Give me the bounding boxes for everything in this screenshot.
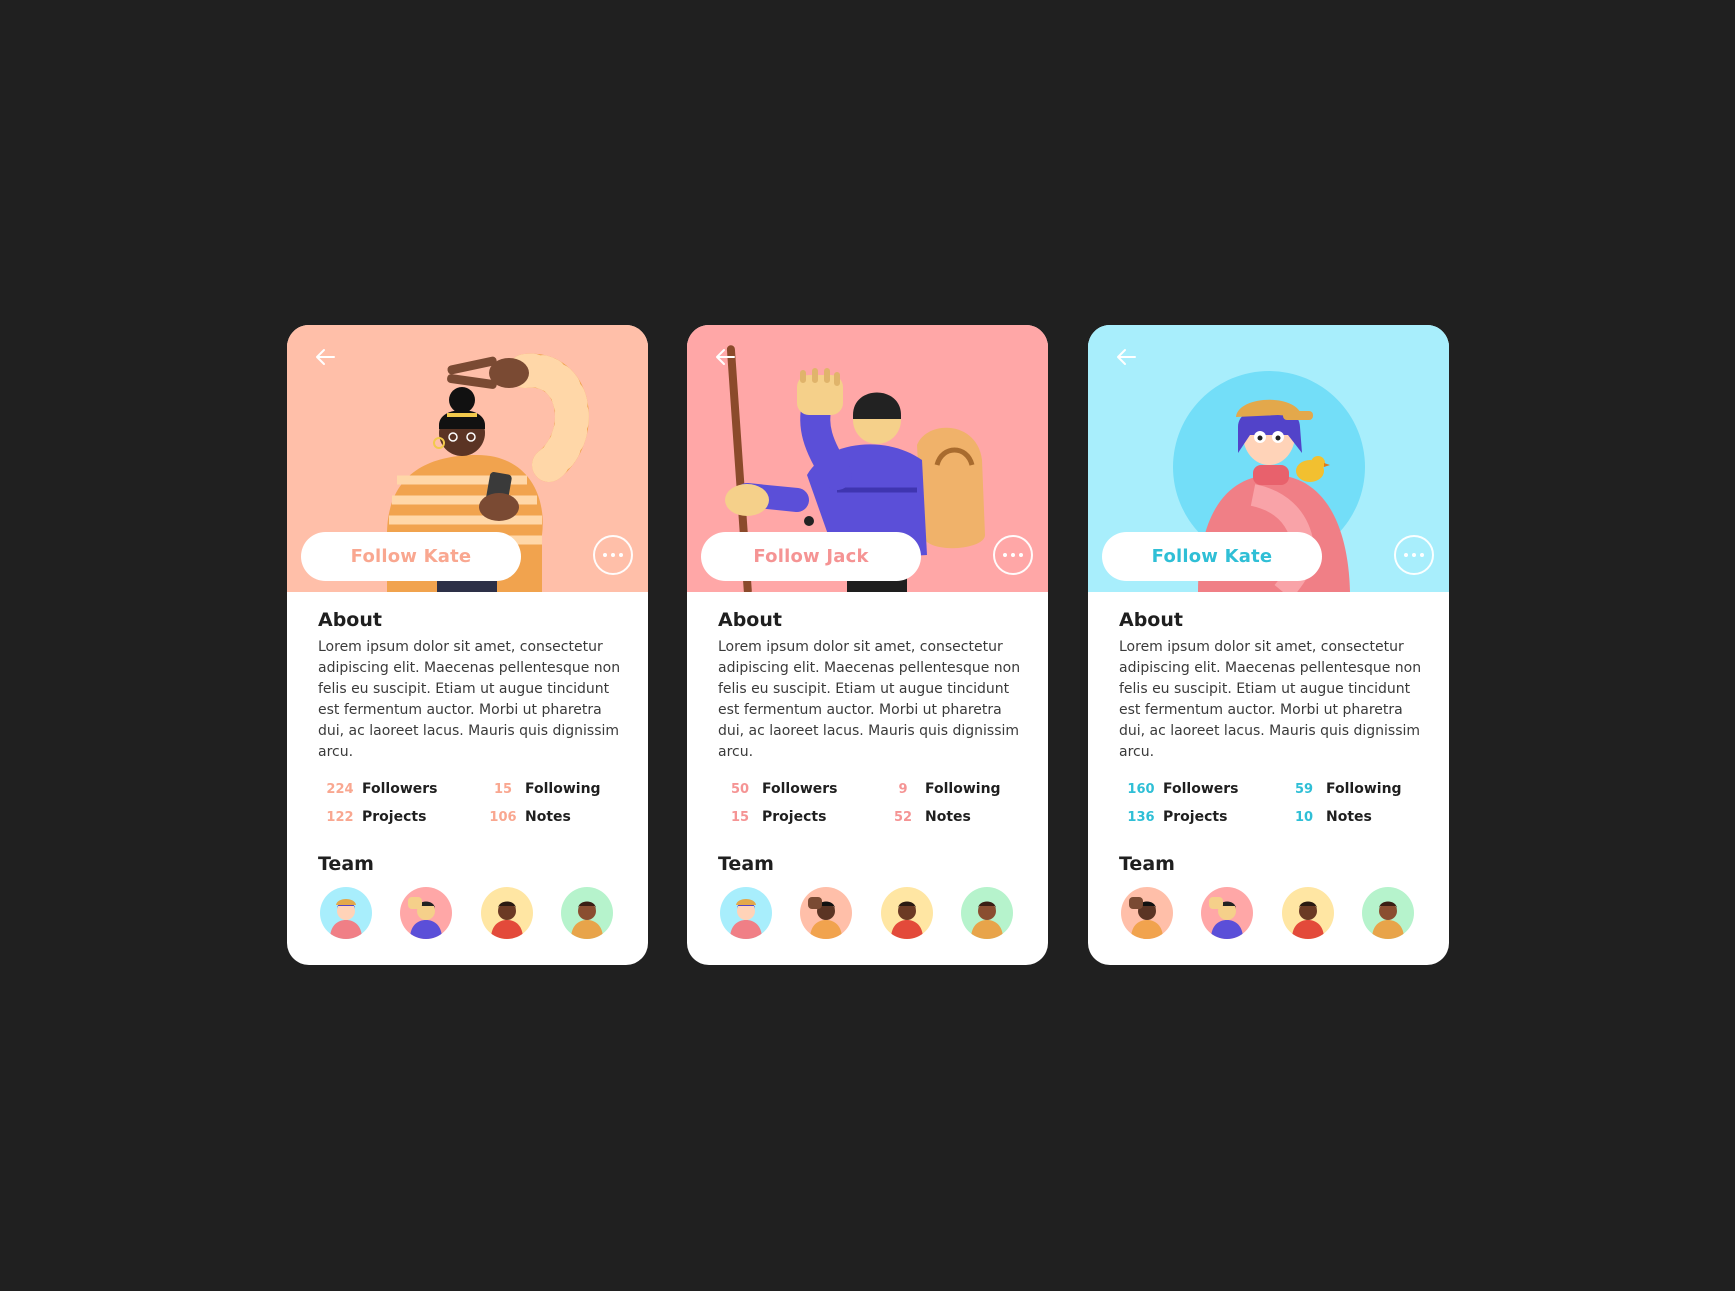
stat-followers[interactable]: 224 Followers [318, 779, 438, 799]
more-options-button[interactable] [1394, 535, 1434, 575]
stat-value: 160 [1127, 781, 1155, 797]
about-heading: About [1119, 609, 1183, 631]
stat-value: 52 [893, 809, 913, 825]
stat-value: 9 [898, 781, 908, 797]
stat-following[interactable]: 15 Following [481, 779, 601, 799]
avatar-pink-hiker-icon[interactable] [1201, 887, 1253, 939]
team-heading: Team [1119, 853, 1175, 875]
stat-projects[interactable]: 122 Projects [318, 807, 426, 827]
back-arrow-icon[interactable] [711, 343, 739, 371]
avatar-yellow-man-icon[interactable] [1282, 887, 1334, 939]
stats-grid: 224 Followers 15 Following 122 Projects 106… [318, 779, 623, 835]
stat-value: 10 [1294, 809, 1314, 825]
stat-label: Followers [1163, 781, 1239, 797]
avatar-blue-girl-icon[interactable] [320, 887, 372, 939]
stat-label: Projects [362, 809, 427, 825]
stat-label: Following [525, 781, 601, 797]
stat-projects[interactable]: 136 Projects [1119, 807, 1227, 827]
stat-value: 15 [493, 781, 513, 797]
stat-value: 59 [1294, 781, 1314, 797]
stat-label: Notes [525, 809, 571, 825]
stat-label: Followers [362, 781, 438, 797]
about-text: Lorem ipsum dolor sit amet, consectetur … [318, 639, 621, 760]
avatar-green-woman-icon[interactable] [961, 887, 1013, 939]
profile-card-kate-peach: Follow Kate About Lorem ipsum dolor sit … [287, 325, 648, 965]
more-dots-icon [603, 553, 623, 557]
profile-body: About Lorem ipsum dolor sit amet, consec… [318, 607, 623, 943]
stat-label: Followers [762, 781, 838, 797]
more-options-button[interactable] [593, 535, 633, 575]
stat-value: 106 [489, 809, 517, 825]
team-heading: Team [318, 853, 374, 875]
profile-body: About Lorem ipsum dolor sit amet, consec… [1119, 607, 1424, 943]
stat-notes[interactable]: 52 Notes [881, 807, 971, 827]
team-heading: Team [718, 853, 774, 875]
team-avatars [718, 887, 1023, 943]
stat-value: 224 [326, 781, 354, 797]
stat-followers[interactable]: 50 Followers [718, 779, 838, 799]
stat-projects[interactable]: 15 Projects [718, 807, 826, 827]
stat-value: 122 [326, 809, 354, 825]
stat-label: Projects [762, 809, 827, 825]
profile-body: About Lorem ipsum dolor sit amet, consec… [718, 607, 1023, 943]
more-dots-icon [1003, 553, 1023, 557]
avatar-yellow-man-icon[interactable] [881, 887, 933, 939]
stats-grid: 50 Followers 9 Following 15 Projects 52 Note… [718, 779, 1023, 835]
about-text: Lorem ipsum dolor sit amet, consectetur … [1119, 639, 1422, 760]
back-arrow-icon[interactable] [1112, 343, 1140, 371]
follow-button[interactable]: Follow Kate [301, 532, 521, 581]
about-text: Lorem ipsum dolor sit amet, consectetur … [718, 639, 1021, 760]
team-avatars [318, 887, 623, 943]
stat-value: 136 [1127, 809, 1155, 825]
stats-grid: 160 Followers 59 Following 136 Projects 10 N… [1119, 779, 1424, 835]
avatar-peach-woman-icon[interactable] [800, 887, 852, 939]
stat-label: Notes [925, 809, 971, 825]
more-options-button[interactable] [993, 535, 1033, 575]
avatar-peach-woman-icon[interactable] [1121, 887, 1173, 939]
avatar-green-woman-icon[interactable] [561, 887, 613, 939]
follow-button[interactable]: Follow Jack [701, 532, 921, 581]
back-arrow-icon[interactable] [311, 343, 339, 371]
profile-hero: Follow Jack [687, 325, 1048, 592]
team-avatars [1119, 887, 1424, 943]
about-heading: About [718, 609, 782, 631]
avatar-blue-girl-icon[interactable] [720, 887, 772, 939]
about-heading: About [318, 609, 382, 631]
avatar-green-woman-icon[interactable] [1362, 887, 1414, 939]
follow-button[interactable]: Follow Kate [1102, 532, 1322, 581]
stat-followers[interactable]: 160 Followers [1119, 779, 1239, 799]
stat-label: Following [1326, 781, 1402, 797]
stat-notes[interactable]: 10 Notes [1282, 807, 1372, 827]
profile-hero: Follow Kate [1088, 325, 1449, 592]
stat-label: Following [925, 781, 1001, 797]
more-dots-icon [1404, 553, 1424, 557]
stat-following[interactable]: 59 Following [1282, 779, 1402, 799]
stat-following[interactable]: 9 Following [881, 779, 1001, 799]
profile-hero: Follow Kate [287, 325, 648, 592]
stat-value: 15 [730, 809, 750, 825]
stat-label: Notes [1326, 809, 1372, 825]
profile-card-kate-blue: Follow Kate About Lorem ipsum dolor sit … [1088, 325, 1449, 965]
avatar-yellow-man-icon[interactable] [481, 887, 533, 939]
avatar-pink-hiker-icon[interactable] [400, 887, 452, 939]
stat-notes[interactable]: 106 Notes [481, 807, 571, 827]
profile-card-jack-pink: Follow Jack About Lorem ipsum dolor sit … [687, 325, 1048, 965]
profile-cards-showcase: Follow Kate About Lorem ipsum dolor sit … [0, 0, 1735, 1291]
stat-value: 50 [730, 781, 750, 797]
stat-label: Projects [1163, 809, 1228, 825]
